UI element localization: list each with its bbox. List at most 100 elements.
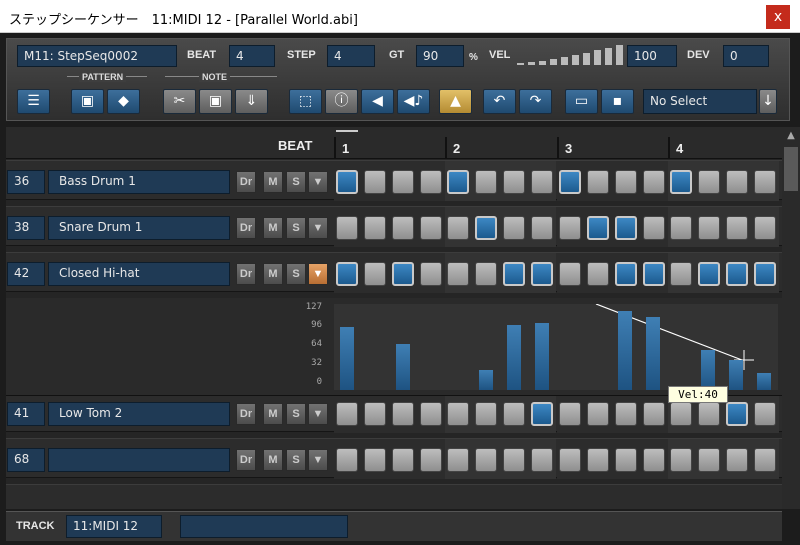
instrument-name-field[interactable]: [48, 448, 230, 472]
step-cell[interactable]: [503, 170, 525, 194]
step-cell[interactable]: [392, 448, 414, 472]
step-cell[interactable]: [698, 402, 720, 426]
step-cell[interactable]: [531, 216, 553, 240]
step-cell[interactable]: [364, 262, 386, 286]
step-cell[interactable]: [726, 170, 748, 194]
sequence-name-field[interactable]: M11: StepSeq0002: [17, 45, 177, 67]
expand-toggle-icon[interactable]: ▼: [308, 171, 328, 193]
note-number-field[interactable]: 41: [7, 402, 45, 426]
velocity-bar[interactable]: [618, 311, 632, 390]
info-button[interactable]: ⓘ: [325, 89, 358, 114]
preview-note-button[interactable]: ◀♪: [397, 89, 430, 114]
step-cell[interactable]: [726, 262, 748, 286]
mute-button[interactable]: M: [263, 403, 283, 425]
velocity-bar[interactable]: [535, 323, 549, 390]
velocity-meter[interactable]: [517, 45, 625, 65]
step-cell[interactable]: [726, 216, 748, 240]
pattern-capture-button[interactable]: ▣: [71, 89, 104, 114]
step-cell[interactable]: [587, 216, 609, 240]
undo-button[interactable]: ↶: [483, 89, 516, 114]
mute-button[interactable]: M: [263, 263, 283, 285]
step-cell[interactable]: [643, 216, 665, 240]
velocity-bar[interactable]: [701, 350, 715, 390]
step-cell[interactable]: [754, 262, 776, 286]
note-number-field[interactable]: 68: [7, 448, 45, 472]
preview-button[interactable]: ◀: [361, 89, 394, 114]
expand-toggle-icon[interactable]: ▼: [308, 263, 328, 285]
solo-button[interactable]: S: [286, 403, 306, 425]
drum-button[interactable]: Dr: [236, 171, 256, 193]
step-cell[interactable]: [643, 402, 665, 426]
step-cell[interactable]: [698, 448, 720, 472]
close-button[interactable]: x: [766, 5, 790, 29]
dev-field[interactable]: 0: [723, 45, 769, 67]
step-cell[interactable]: [754, 402, 776, 426]
step-cell[interactable]: [475, 448, 497, 472]
step-cell[interactable]: [587, 170, 609, 194]
note-number-field[interactable]: 36: [7, 170, 45, 194]
step-cell[interactable]: [587, 448, 609, 472]
step-cell[interactable]: [364, 216, 386, 240]
step-cell[interactable]: [475, 170, 497, 194]
step-cell[interactable]: [587, 262, 609, 286]
step-cell[interactable]: [392, 262, 414, 286]
note-number-field[interactable]: 38: [7, 216, 45, 240]
scroll-thumb[interactable]: [784, 147, 798, 191]
step-cell[interactable]: [670, 402, 692, 426]
step-cell[interactable]: [364, 448, 386, 472]
gt-field[interactable]: 90: [416, 45, 464, 67]
step-cell[interactable]: [698, 216, 720, 240]
step-cell[interactable]: [447, 402, 469, 426]
step-cell[interactable]: [503, 216, 525, 240]
step-cell[interactable]: [336, 170, 358, 194]
note-cut-button[interactable]: ✂: [163, 89, 196, 114]
step-cell[interactable]: [559, 216, 581, 240]
step-cell[interactable]: [643, 448, 665, 472]
velocity-bar[interactable]: [507, 325, 521, 390]
step-cell[interactable]: [670, 262, 692, 286]
track-secondary-field[interactable]: [180, 515, 348, 538]
note-number-field[interactable]: 42: [7, 262, 45, 286]
step-cell[interactable]: [670, 216, 692, 240]
save-button[interactable]: ▪: [601, 89, 634, 114]
step-cell[interactable]: [420, 216, 442, 240]
velocity-bars-area[interactable]: [334, 304, 778, 390]
step-cell[interactable]: [503, 262, 525, 286]
velocity-bar[interactable]: [479, 370, 493, 390]
step-cell[interactable]: [698, 170, 720, 194]
step-cell[interactable]: [726, 402, 748, 426]
step-cell[interactable]: [336, 448, 358, 472]
step-cell[interactable]: [670, 448, 692, 472]
step-cell[interactable]: [336, 262, 358, 286]
velocity-bar[interactable]: [729, 360, 743, 390]
step-cell[interactable]: [447, 170, 469, 194]
expand-toggle-icon[interactable]: ▼: [308, 403, 328, 425]
step-cell[interactable]: [615, 262, 637, 286]
step-cell[interactable]: [615, 402, 637, 426]
step-cell[interactable]: [392, 216, 414, 240]
mute-button[interactable]: M: [263, 449, 283, 471]
step-cell[interactable]: [475, 402, 497, 426]
open-button[interactable]: ▭: [565, 89, 598, 114]
step-cell[interactable]: [475, 262, 497, 286]
step-cell[interactable]: [754, 448, 776, 472]
step-cell[interactable]: [587, 402, 609, 426]
step-cell[interactable]: [364, 170, 386, 194]
instrument-name-field[interactable]: Snare Drum 1: [48, 216, 230, 240]
step-cell[interactable]: [531, 262, 553, 286]
step-field[interactable]: 4: [327, 45, 375, 67]
drum-button[interactable]: Dr: [236, 403, 256, 425]
step-cell[interactable]: [364, 402, 386, 426]
step-cell[interactable]: [615, 448, 637, 472]
step-cell[interactable]: [392, 402, 414, 426]
velocity-bar[interactable]: [396, 344, 410, 390]
velocity-bar[interactable]: [757, 373, 771, 390]
step-cell[interactable]: [336, 402, 358, 426]
velocity-bar[interactable]: [340, 327, 354, 390]
step-cell[interactable]: [392, 170, 414, 194]
list-button[interactable]: ☰: [17, 89, 50, 114]
velocity-editor[interactable]: 127 96 64 32 0: [6, 298, 782, 396]
step-cell[interactable]: [643, 170, 665, 194]
track-field[interactable]: 11:MIDI 12: [66, 515, 162, 538]
step-cell[interactable]: [559, 448, 581, 472]
